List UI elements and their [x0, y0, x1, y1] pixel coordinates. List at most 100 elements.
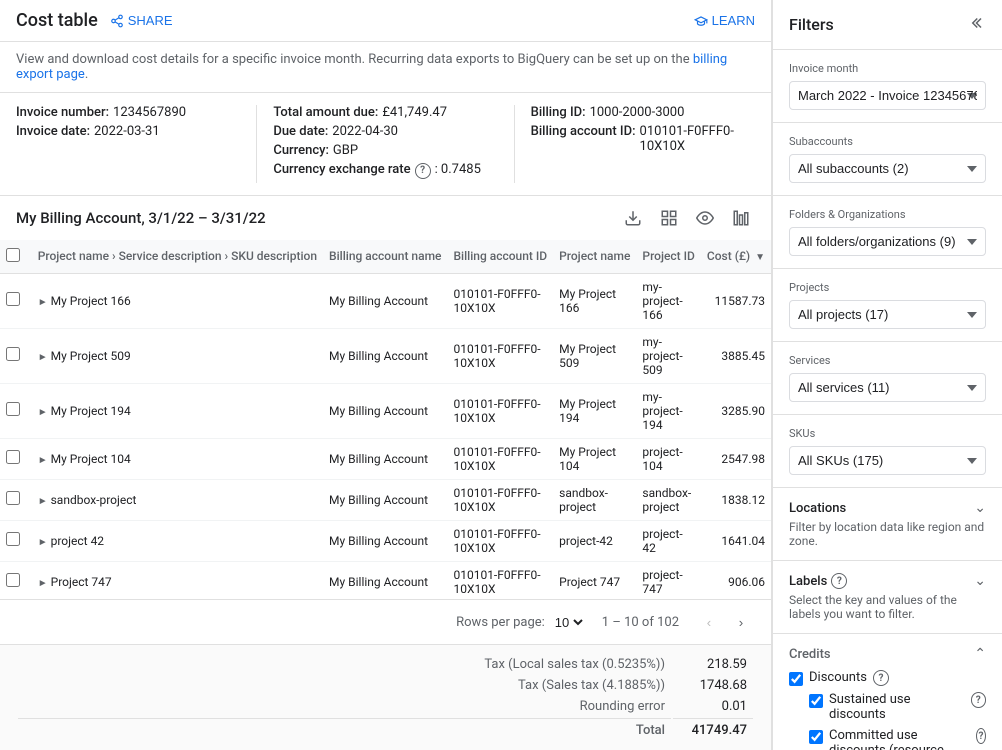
row-project-desc: ► project 42 — [32, 520, 323, 561]
row-checkbox-2[interactable] — [6, 402, 20, 416]
committed-use-label: Committed use discounts (resource based) — [829, 728, 970, 750]
select-all-checkbox[interactable] — [6, 248, 20, 262]
visibility-button[interactable] — [691, 204, 719, 232]
collapse-filters-button[interactable] — [964, 12, 986, 37]
locations-description: Filter by location data like region and … — [789, 520, 986, 548]
prev-page-button[interactable]: ‹ — [695, 608, 723, 636]
total-label: Total — [18, 718, 671, 740]
row-billing-id: 010101-F0FFF0-10X10X — [447, 328, 553, 383]
folders-select[interactable]: All folders/organizations (9) — [789, 227, 986, 256]
row-billing-name: My Billing Account — [323, 383, 447, 438]
projects-filter: Projects All projects (17) — [773, 269, 1002, 342]
learn-label: LEARN — [712, 13, 755, 28]
expand-row-2-button[interactable]: ► — [38, 407, 48, 418]
invoice-month-select[interactable]: March 2022 - Invoice 1234567890 — [789, 81, 986, 110]
row-cost: 1838.12 — [701, 479, 771, 520]
projects-select[interactable]: All projects (17) — [789, 300, 986, 329]
next-page-button[interactable]: › — [727, 608, 755, 636]
projects-label: Projects — [789, 281, 986, 294]
row-checkbox-5[interactable] — [6, 532, 20, 546]
due-date-label: Due date: — [273, 124, 328, 139]
services-select[interactable]: All services (11) — [789, 373, 986, 402]
total-label: Tax (Sales tax (4.1885%)) — [18, 676, 671, 695]
col-billing-account-name: Billing account name — [323, 240, 447, 274]
expand-row-5-button[interactable]: ► — [38, 537, 48, 548]
labels-collapsible-header[interactable]: Labels ? ⌄ — [789, 573, 986, 589]
totals-row: Tax (Sales tax (4.1885%)) 1748.68 — [18, 676, 753, 695]
row-checkbox-6[interactable] — [6, 573, 20, 587]
totals-row: Total 41749.47 — [18, 718, 753, 740]
services-label: Services — [789, 354, 986, 367]
currency-label: Currency: — [273, 143, 329, 158]
row-project-desc: ► My Project 166 — [32, 273, 323, 328]
credits-section-label: Credits — [789, 647, 831, 662]
exchange-help-icon[interactable]: ? — [415, 163, 431, 179]
total-value: 41749.47 — [673, 718, 753, 740]
discounts-checkbox[interactable] — [789, 672, 803, 686]
row-billing-id: 010101-F0FFF0-10X10X — [447, 438, 553, 479]
row-project-id: project-747 — [636, 561, 700, 599]
discounts-help-icon[interactable]: ? — [873, 670, 889, 686]
locations-collapsible-header[interactable]: Locations ⌄ — [789, 500, 986, 516]
row-project-id: sandbox-project — [636, 479, 700, 520]
sustained-use-label: Sustained use discounts — [829, 692, 965, 722]
row-project-name: My Project 509 — [553, 328, 636, 383]
col-project-name2: Project name — [553, 240, 636, 274]
row-cost: 11587.73 — [701, 273, 771, 328]
subaccounts-label: Subaccounts — [789, 135, 986, 148]
page-title: Cost table — [16, 10, 98, 31]
download-button[interactable] — [619, 204, 647, 232]
row-project-id: project-42 — [636, 520, 700, 561]
description-text: View and download cost details for a spe… — [0, 42, 771, 93]
expand-row-3-button[interactable]: ► — [38, 455, 48, 466]
row-billing-id: 010101-F0FFF0-10X10X — [447, 273, 553, 328]
row-billing-name: My Billing Account — [323, 479, 447, 520]
credits-filter: Credits ⌃ Discounts ? Sustained use disc… — [773, 634, 1002, 750]
sustained-use-checkbox[interactable] — [809, 694, 823, 708]
row-project-desc: ► My Project 509 — [32, 328, 323, 383]
row-project-name: Project 747 — [553, 561, 636, 599]
row-billing-name: My Billing Account — [323, 561, 447, 599]
row-billing-name: My Billing Account — [323, 438, 447, 479]
row-billing-name: My Billing Account — [323, 520, 447, 561]
total-amount-label: Total amount due: — [273, 105, 378, 120]
rows-per-page-select[interactable]: 10 25 50 — [551, 614, 586, 631]
row-checkbox-1[interactable] — [6, 347, 20, 361]
row-billing-id: 010101-F0FFF0-10X10X — [447, 479, 553, 520]
row-billing-name: My Billing Account — [323, 328, 447, 383]
row-checkbox-4[interactable] — [6, 491, 20, 505]
chart-button[interactable] — [727, 204, 755, 232]
col-cost[interactable]: Cost (£) ▼ — [701, 240, 771, 274]
expand-row-4-button[interactable]: ► — [38, 496, 48, 507]
learn-button[interactable]: LEARN — [694, 13, 755, 28]
labels-help-icon[interactable]: ? — [831, 573, 847, 589]
sustained-use-help-icon[interactable]: ? — [971, 692, 986, 708]
total-value: 1748.68 — [673, 676, 753, 695]
table-row: ► My Project 194 My Billing Account 0101… — [0, 383, 771, 438]
col-billing-account-id: Billing account ID — [447, 240, 553, 274]
row-project-name: sandbox-project — [553, 479, 636, 520]
services-filter: Services All services (11) — [773, 342, 1002, 415]
rows-per-page-label: Rows per page: — [456, 615, 545, 630]
total-value: 0.01 — [673, 697, 753, 716]
cost-table: Project name › Service description › SKU… — [0, 240, 771, 600]
committed-use-checkbox[interactable] — [809, 730, 823, 744]
row-project-id: my-project-194 — [636, 383, 700, 438]
row-checkbox-3[interactable] — [6, 450, 20, 464]
invoice-number-label: Invoice number: — [16, 105, 109, 120]
row-checkbox-0[interactable] — [6, 292, 20, 306]
expand-row-6-button[interactable]: ► — [38, 578, 48, 589]
expand-row-1-button[interactable]: ► — [38, 352, 48, 363]
labels-description: Select the key and values of the labels … — [789, 593, 986, 621]
skus-select[interactable]: All SKUs (175) — [789, 446, 986, 475]
folders-filter: Folders & Organizations All folders/orga… — [773, 196, 1002, 269]
row-project-name: My Project 104 — [553, 438, 636, 479]
share-button[interactable]: SHARE — [110, 13, 173, 28]
column-settings-button[interactable] — [655, 204, 683, 232]
expand-row-0-button[interactable]: ► — [38, 297, 48, 308]
subaccounts-select[interactable]: All subaccounts (2) — [789, 154, 986, 183]
billing-id-label: Billing ID: — [531, 105, 586, 120]
committed-use-help-icon[interactable]: ? — [976, 728, 986, 744]
invoice-month-label: Invoice month — [789, 62, 986, 75]
locations-chevron-icon: ⌄ — [974, 500, 986, 516]
